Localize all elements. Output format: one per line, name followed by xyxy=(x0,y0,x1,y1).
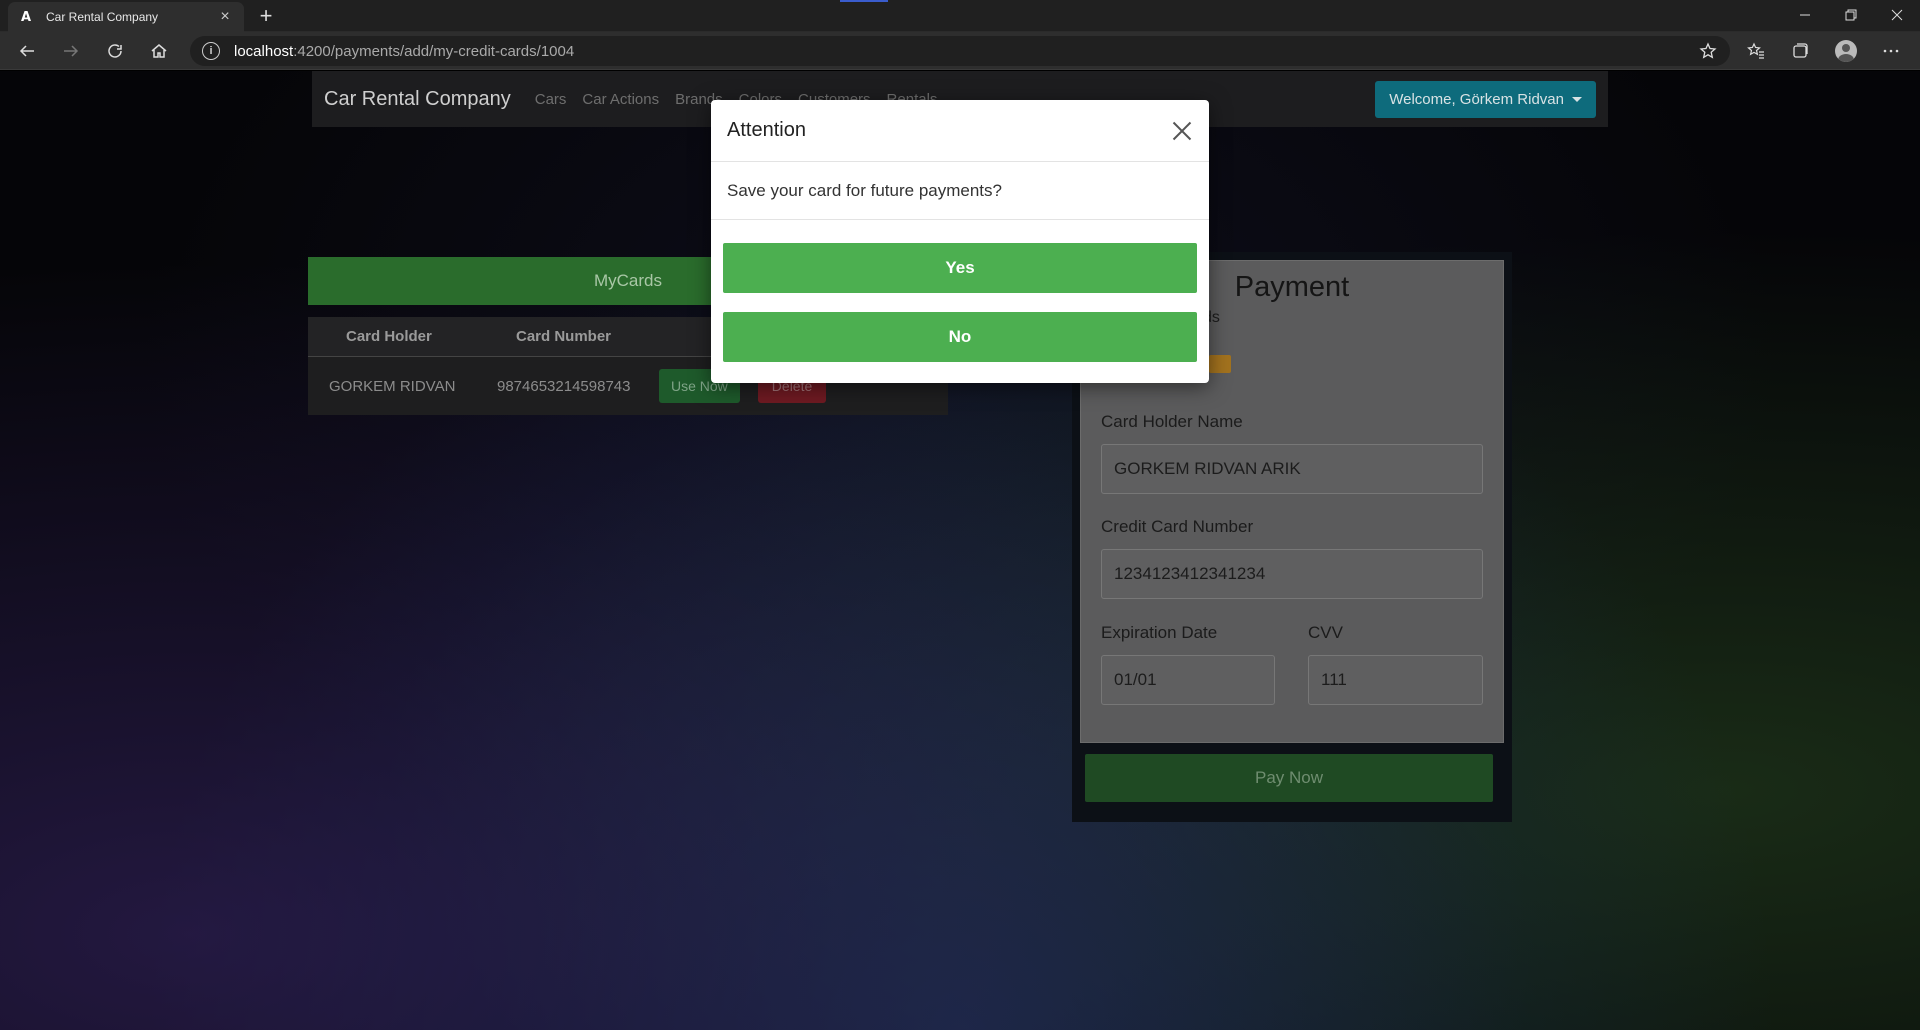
column-header-card-holder: Card Holder xyxy=(346,328,432,345)
add-favorite-icon[interactable] xyxy=(1693,37,1723,65)
cvv-label: CVV xyxy=(1308,623,1343,642)
tab-close-icon[interactable]: × xyxy=(216,8,234,26)
close-icon[interactable] xyxy=(1171,120,1193,142)
card-number-cell: 9874653214598743 xyxy=(497,377,631,395)
refresh-icon[interactable] xyxy=(100,37,130,65)
card-holder-cell: GORKEM RIDVAN xyxy=(329,377,456,395)
url-host: localhost xyxy=(234,42,294,60)
modal-message: Save your card for future payments? xyxy=(711,162,1209,220)
cvv-input[interactable]: 111 xyxy=(1308,655,1483,705)
back-arrow-icon[interactable] xyxy=(12,37,42,65)
yes-button[interactable]: Yes xyxy=(723,243,1197,293)
profile-icon[interactable] xyxy=(1831,37,1861,65)
minimize-icon[interactable] xyxy=(1782,0,1828,30)
pay-now-button[interactable]: Pay Now xyxy=(1085,754,1493,802)
modal-header: Attention xyxy=(711,100,1209,162)
card-number-input[interactable]: 1234123412341234 xyxy=(1101,549,1483,599)
url-field[interactable]: i localhost :4200/payments/add/my-credit… xyxy=(190,36,1730,66)
tab-title: Car Rental Company xyxy=(46,10,159,24)
column-header-card-number: Card Number xyxy=(516,328,612,345)
new-tab-button[interactable]: + xyxy=(252,2,280,30)
angular-favicon-icon: A xyxy=(20,9,32,25)
more-options-icon[interactable] xyxy=(1876,37,1906,65)
no-button[interactable]: No xyxy=(723,312,1197,362)
url-path: :4200/payments/add/my-credit-cards/1004 xyxy=(293,42,575,60)
card-holder-label: Card Holder Name xyxy=(1101,412,1243,431)
close-window-icon[interactable] xyxy=(1874,0,1920,30)
expiration-date-input[interactable]: 01/01 xyxy=(1101,655,1275,705)
brand-link[interactable]: Car Rental Company xyxy=(324,88,511,111)
favorites-icon[interactable] xyxy=(1741,37,1771,65)
site-info-icon[interactable]: i xyxy=(202,42,220,60)
user-menu-button[interactable]: Welcome, Görkem Ridvan xyxy=(1375,81,1596,118)
expiration-date-label: Expiration Date xyxy=(1101,623,1218,642)
restore-icon[interactable] xyxy=(1828,0,1874,30)
home-icon[interactable] xyxy=(144,37,174,65)
save-card-modal: Attention Save your card for future paym… xyxy=(711,100,1209,383)
tab-strip-accent xyxy=(840,0,888,2)
card-holder-input[interactable]: GORKEM RIDVAN ARIK xyxy=(1101,444,1483,494)
card-number-label: Credit Card Number xyxy=(1101,517,1254,536)
card-brand-icon xyxy=(1209,355,1231,373)
page-viewport: Car Rental Company Cars Car Actions Bran… xyxy=(0,71,1920,1030)
forward-arrow-icon[interactable] xyxy=(56,37,86,65)
nav-link-cars[interactable]: Cars xyxy=(535,91,567,108)
collections-icon[interactable] xyxy=(1785,37,1815,65)
modal-title: Attention xyxy=(727,119,806,141)
caret-down-icon xyxy=(1572,97,1582,102)
browser-tab[interactable]: A Car Rental Company × xyxy=(8,2,244,32)
nav-link-car-actions[interactable]: Car Actions xyxy=(582,91,659,108)
welcome-label: Welcome, Görkem Ridvan xyxy=(1389,91,1564,108)
browser-address-bar: i localhost :4200/payments/add/my-credit… xyxy=(0,32,1920,70)
browser-tab-bar: A Car Rental Company × + xyxy=(0,0,1920,32)
